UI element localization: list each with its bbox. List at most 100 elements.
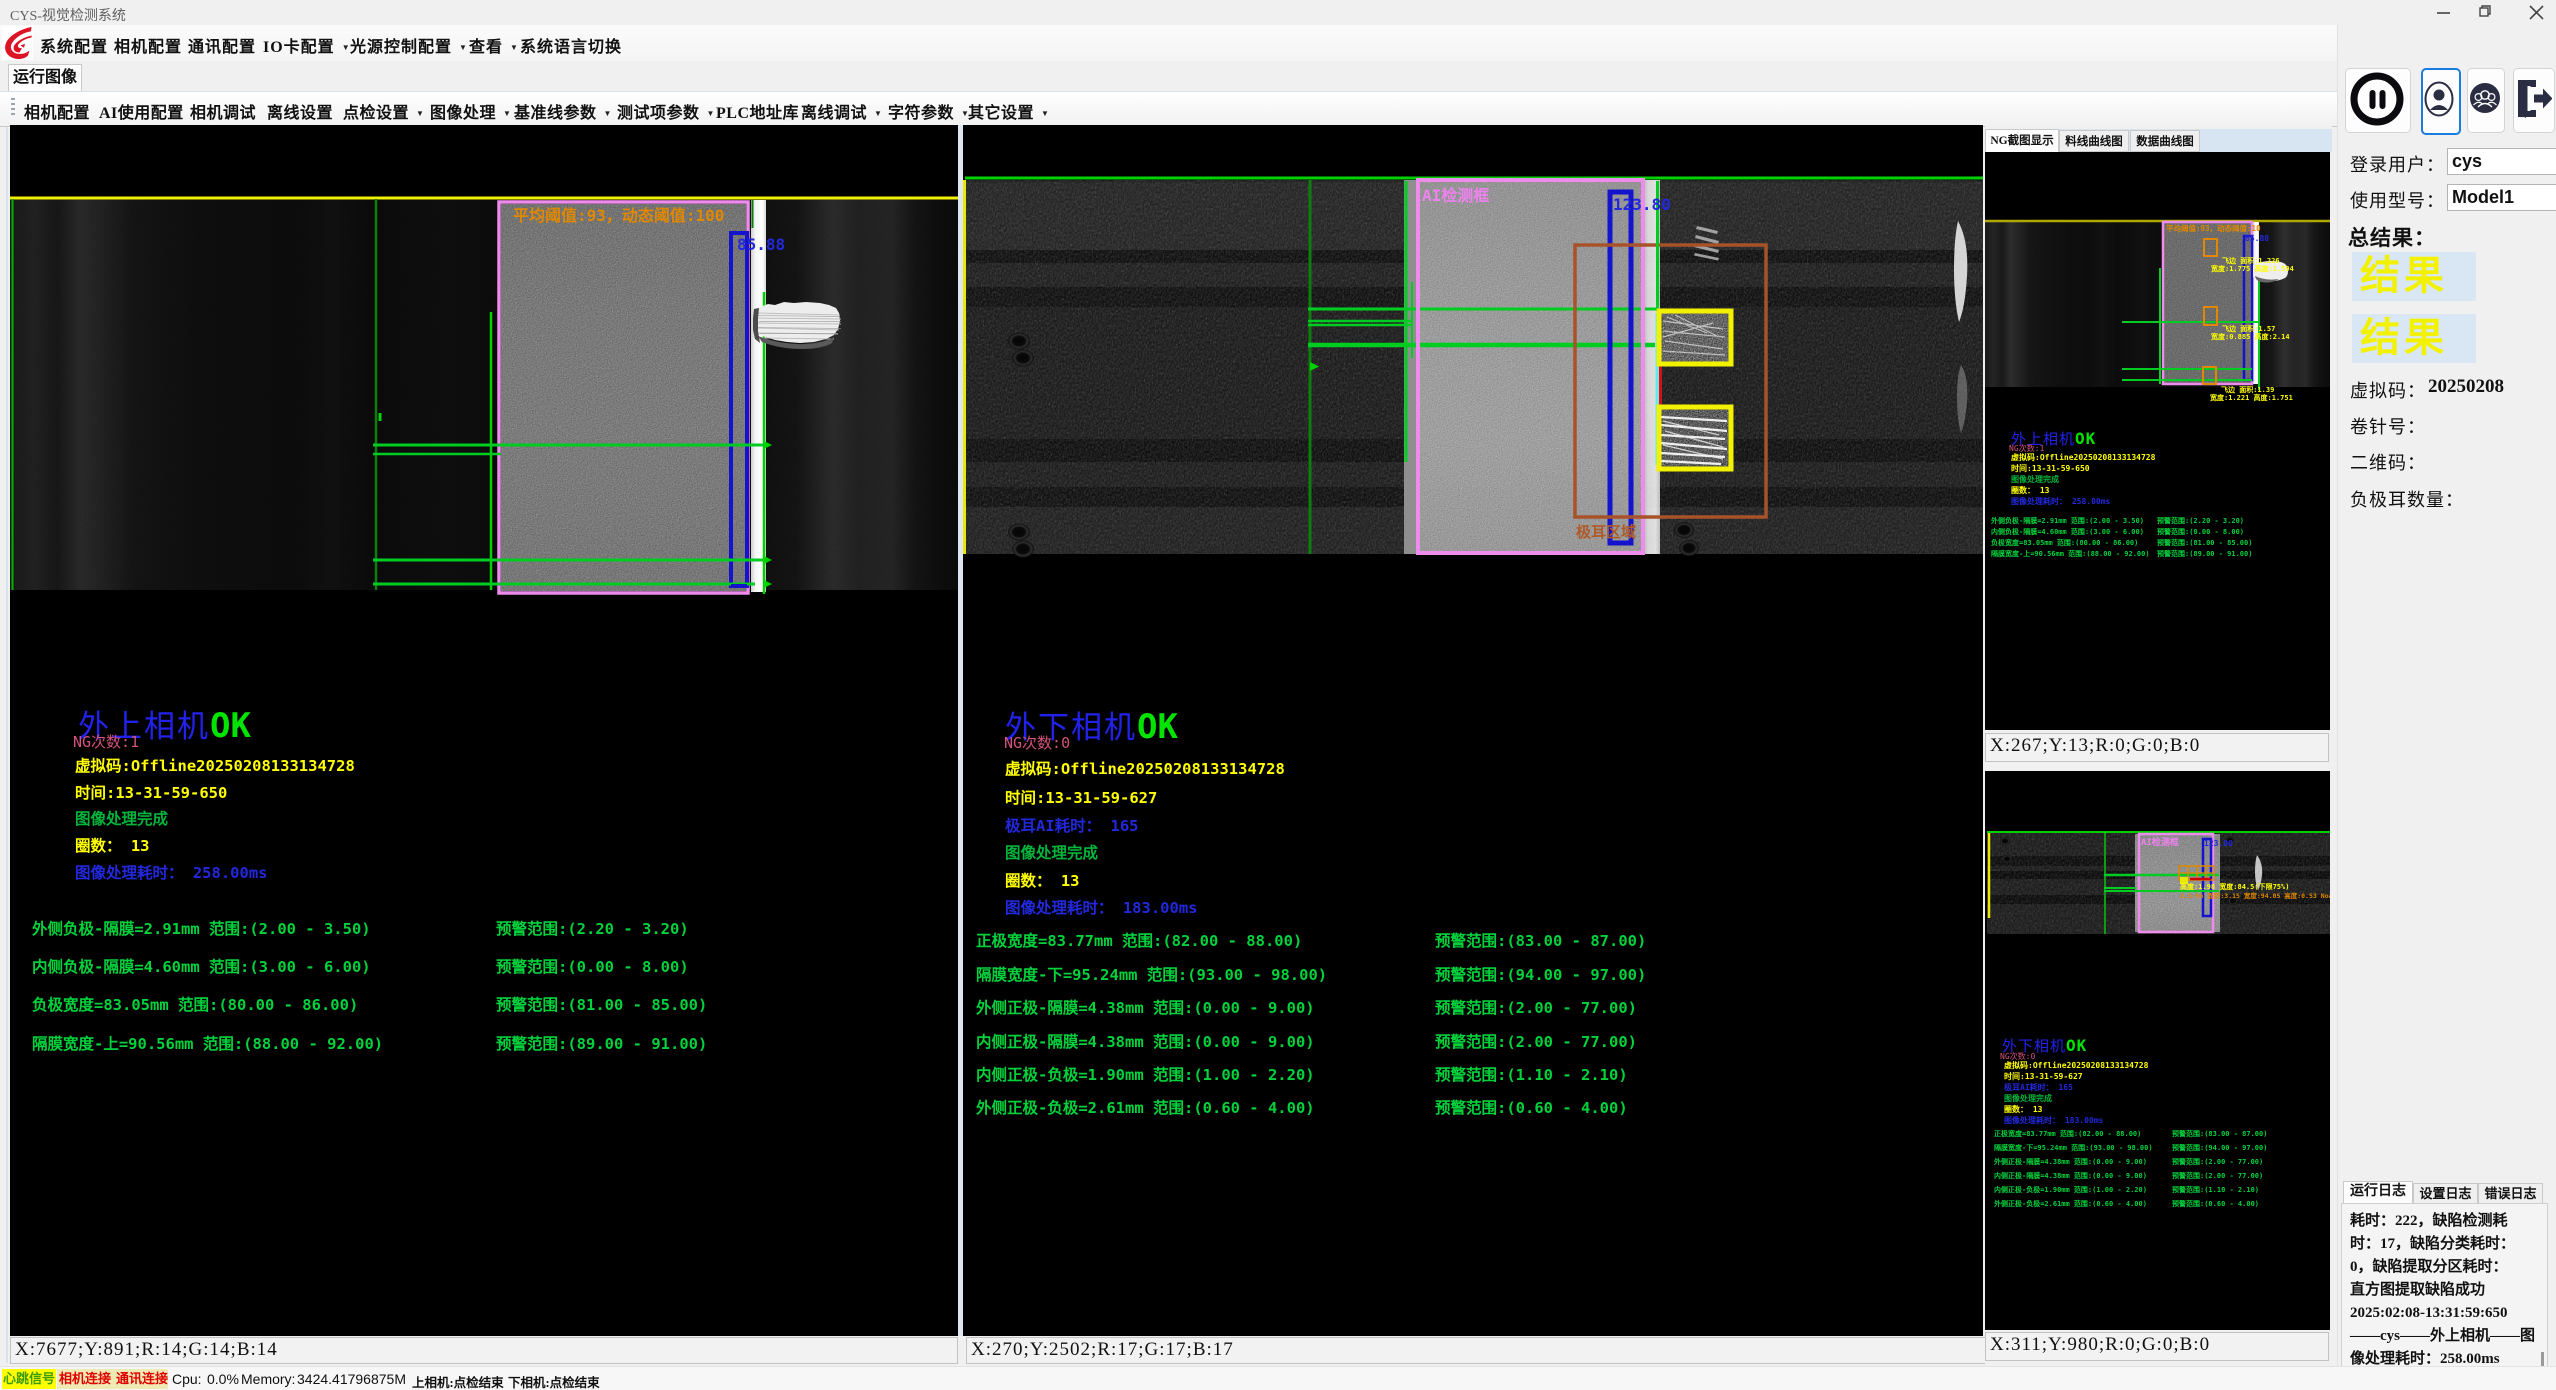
tab-error-log[interactable]: 错误日志 bbox=[2478, 1183, 2543, 1204]
user-icon bbox=[2423, 70, 2455, 129]
p2-stat: 预警范围:(2.00 - 77.00) bbox=[2172, 1157, 2263, 1167]
tab-run-image[interactable]: 运行图像 bbox=[8, 64, 82, 93]
p1-stat: 预警范围:(81.00 - 85.00) bbox=[2157, 538, 2252, 548]
p2-line: 圈数： 13 bbox=[2004, 1104, 2042, 1115]
menu-language-switch[interactable]: 系统语言切换 bbox=[520, 33, 622, 57]
menu-comm-config[interactable]: 通讯配置 bbox=[188, 33, 256, 57]
tool-offline-dbg[interactable]: 离线调试 bbox=[801, 99, 882, 123]
menu-io-config[interactable]: IO卡配置 bbox=[263, 33, 351, 57]
tool-spotcheck[interactable]: 点检设置 bbox=[343, 99, 424, 123]
left-cost: 图像处理耗时： 258.00ms bbox=[75, 861, 268, 883]
center-stat-row: 隔膜宽度-下=95.24mm 范围:(93.00 - 98.00) bbox=[976, 963, 1327, 985]
p1-stat: 负极宽度=83.05mm 范围:(80.00 - 86.00) bbox=[1991, 538, 2138, 548]
user-manage-button[interactable] bbox=[2467, 68, 2505, 133]
tool-char-param[interactable]: 字符参数 bbox=[888, 99, 969, 123]
p1-line: 图像处理耗时： 258.00ms bbox=[2011, 496, 2110, 507]
menu-view[interactable]: 查看 bbox=[469, 33, 519, 57]
tab-line-curve[interactable]: 料线曲线图 bbox=[2059, 130, 2129, 152]
preview1-pixel-readout: X:267;Y:13;R:0;G:0;B:0 bbox=[1985, 733, 2329, 762]
preview-lower-camera[interactable]: AI检测框 123.80 高度:1.98 宽度:84.5(下限75%) 2.5-… bbox=[1985, 771, 2330, 1330]
p1-stat: 预警范围:(89.00 - 91.00) bbox=[2157, 549, 2252, 559]
login-user-label: 登录用户： bbox=[2350, 151, 2445, 177]
tool-image-proc[interactable]: 图像处理 bbox=[430, 99, 511, 123]
tool-other-set[interactable]: 其它设置 bbox=[968, 99, 1049, 123]
toolbar-grip[interactable] bbox=[11, 98, 15, 118]
center-stat-warn: 预警范围:(0.60 - 4.00) bbox=[1435, 1096, 1628, 1118]
tool-offline-set[interactable]: 离线设置 bbox=[267, 99, 333, 123]
center-stat-row: 外侧正极-负极=2.61mm 范围:(0.60 - 4.00) bbox=[976, 1096, 1315, 1118]
p1-mark-text: 宽度:0.885 高度:2.14 bbox=[2211, 332, 2290, 342]
p1-line: 虚拟码:Offline20250208133134728 bbox=[2011, 452, 2155, 463]
pause-icon bbox=[2346, 69, 2408, 130]
p2-stat: 预警范围:(2.00 - 77.00) bbox=[2172, 1171, 2263, 1181]
tool-camera-debug[interactable]: 相机调试 bbox=[190, 99, 256, 123]
left-stat-warn: 预警范围:(2.20 - 3.20) bbox=[496, 917, 689, 939]
virtual-code-value: 20250208 bbox=[2428, 376, 2504, 398]
left-virtual-code: 虚拟码:Offline20250208133134728 bbox=[75, 754, 355, 776]
center-measure-value: 123.80 bbox=[1613, 195, 1671, 214]
tab-data-curve[interactable]: 数据曲线图 bbox=[2130, 130, 2200, 152]
upper-camera-status: 上相机:点检结束 bbox=[412, 1372, 504, 1390]
login-user-field[interactable]: cys bbox=[2447, 148, 2556, 175]
tool-camera-config[interactable]: 相机配置 bbox=[24, 99, 90, 123]
log-text: 耗时：222，缺陷检测耗时：17，缺陷分类耗时：0，缺陷提取分区耗时： 直方图提… bbox=[2350, 1210, 2536, 1371]
left-camera-view[interactable]: 平均阈值:93，动态阈值:100 85.88 外上相机OK NG次数:1 虚拟码… bbox=[10, 125, 958, 1336]
center-camera-view[interactable]: AI检测框 123.80 极耳区域 外下相机OK NG次数:0 虚拟码:Offl… bbox=[963, 125, 1983, 1336]
status-bar: 心跳信号 相机连接 通讯连接 Cpu: 0.0% Memory: 3424.41… bbox=[0, 1366, 2556, 1390]
center-stat-row: 内侧正极-负极=1.90mm 范围:(1.00 - 2.20) bbox=[976, 1063, 1315, 1085]
app-logo-icon bbox=[2, 25, 34, 60]
tab-setup-log[interactable]: 设置日志 bbox=[2413, 1183, 2478, 1204]
comm-link-indicator: 通讯连接 bbox=[115, 1369, 169, 1389]
p1-mark-text: 宽度:1.221 高度:1.751 bbox=[2210, 393, 2293, 403]
left-measure-value: 85.88 bbox=[737, 235, 785, 254]
menu-camera-config[interactable]: 相机配置 bbox=[114, 33, 182, 57]
exit-button[interactable] bbox=[2513, 68, 2555, 133]
p2-stat: 预警范围:(1.10 - 2.10) bbox=[2172, 1185, 2259, 1195]
menu-light-config[interactable]: 光源控制配置 bbox=[350, 33, 468, 57]
tool-testitems[interactable]: 测试项参数 bbox=[617, 99, 715, 123]
total-result-label: 总结果： bbox=[2348, 222, 2436, 252]
toolbar: 相机配置 AI使用配置 相机调试 离线设置 点检设置 图像处理 基准线参数 测试… bbox=[0, 91, 2556, 127]
model-label: 使用型号： bbox=[2350, 187, 2445, 213]
left-stat-row: 负极宽度=83.05mm 范围:(80.00 - 86.00) bbox=[32, 993, 358, 1015]
left-pixel-readout: X:7677;Y:891;R:14;G:14;B:14 bbox=[10, 1337, 958, 1364]
lower-camera-status: 下相机:点检结束 bbox=[508, 1372, 600, 1390]
cpu-value: 0.0% bbox=[207, 1371, 239, 1387]
preview-upper-camera[interactable]: 平均阈值:93，动态阈值:10 85.88 飞边 面积:1.226 宽度:1.7… bbox=[1985, 152, 2330, 730]
tool-plc-lib[interactable]: PLC地址库 bbox=[716, 99, 799, 123]
close-button[interactable] bbox=[2530, 6, 2543, 19]
p2-stat: 隔膜宽度-下=95.24mm 范围:(93.00 - 98.00) bbox=[1994, 1143, 2153, 1153]
left-stat-warn: 预警范围:(0.00 - 8.00) bbox=[496, 955, 689, 977]
p1-stat: 外侧负极-隔膜=2.91mm 范围:(2.00 - 3.50) bbox=[1991, 516, 2144, 526]
model-field[interactable]: Model1 bbox=[2447, 184, 2556, 211]
p1-line: 图像处理完成 bbox=[2011, 474, 2059, 485]
current-user-button[interactable] bbox=[2421, 68, 2461, 135]
pause-button[interactable] bbox=[2345, 68, 2411, 133]
left-threshold-text: 平均阈值:93，动态阈值:100 bbox=[513, 202, 724, 226]
log-panel[interactable]: 耗时：222，缺陷检测耗时：17，缺陷分类耗时：0，缺陷提取分区耗时： 直方图提… bbox=[2341, 1203, 2548, 1390]
p2-stat: 预警范围:(0.60 - 4.00) bbox=[2172, 1199, 2259, 1209]
tab-ng-capture[interactable]: NG截图显示 bbox=[1985, 129, 2059, 152]
maximize-button[interactable] bbox=[2480, 6, 2490, 16]
center-ai-cost: 极耳AI耗时： 165 bbox=[1005, 814, 1139, 836]
p2-stat: 预警范围:(83.00 - 87.00) bbox=[2172, 1129, 2267, 1139]
tab-run-log[interactable]: 运行日志 bbox=[2343, 1181, 2413, 1204]
cpu-label: Cpu: bbox=[172, 1371, 202, 1387]
p1-line: 圈数： 13 bbox=[2011, 485, 2049, 496]
p1-line: 时间:13-31-59-650 bbox=[2011, 463, 2090, 474]
qr-code-label: 二维码： bbox=[2350, 449, 2426, 475]
tool-ai-config[interactable]: AI使用配置 bbox=[99, 99, 184, 123]
center-done: 图像处理完成 bbox=[1005, 841, 1098, 863]
menu-system-config[interactable]: 系统配置 bbox=[40, 33, 108, 57]
center-time: 时间:13-31-59-627 bbox=[1005, 786, 1157, 808]
left-stat-row: 外侧负极-隔膜=2.91mm 范围:(2.00 - 3.50) bbox=[32, 917, 371, 939]
title-bar: CYS-视觉检测系统 bbox=[0, 0, 2556, 25]
tool-baseline[interactable]: 基准线参数 bbox=[514, 99, 612, 123]
window-title: CYS-视觉检测系统 bbox=[10, 5, 126, 25]
anode-tab-count-label: 负极耳数量： bbox=[2350, 486, 2464, 512]
p2-mark-orange: 2.5-96 面积:3.15 宽度:94.05 高度:0.53 NoAI= bbox=[2180, 890, 2330, 900]
users-group-icon bbox=[2468, 69, 2502, 128]
p2-stat: 外侧正极-负极=2.61mm 范围:(0.60 - 4.00) bbox=[1994, 1199, 2147, 1209]
left-time: 时间:13-31-59-650 bbox=[75, 781, 227, 803]
app-window: CYS-视觉检测系统 系统配置 相机配置 通讯配置 IO卡配置 光源控 bbox=[0, 0, 2556, 1390]
